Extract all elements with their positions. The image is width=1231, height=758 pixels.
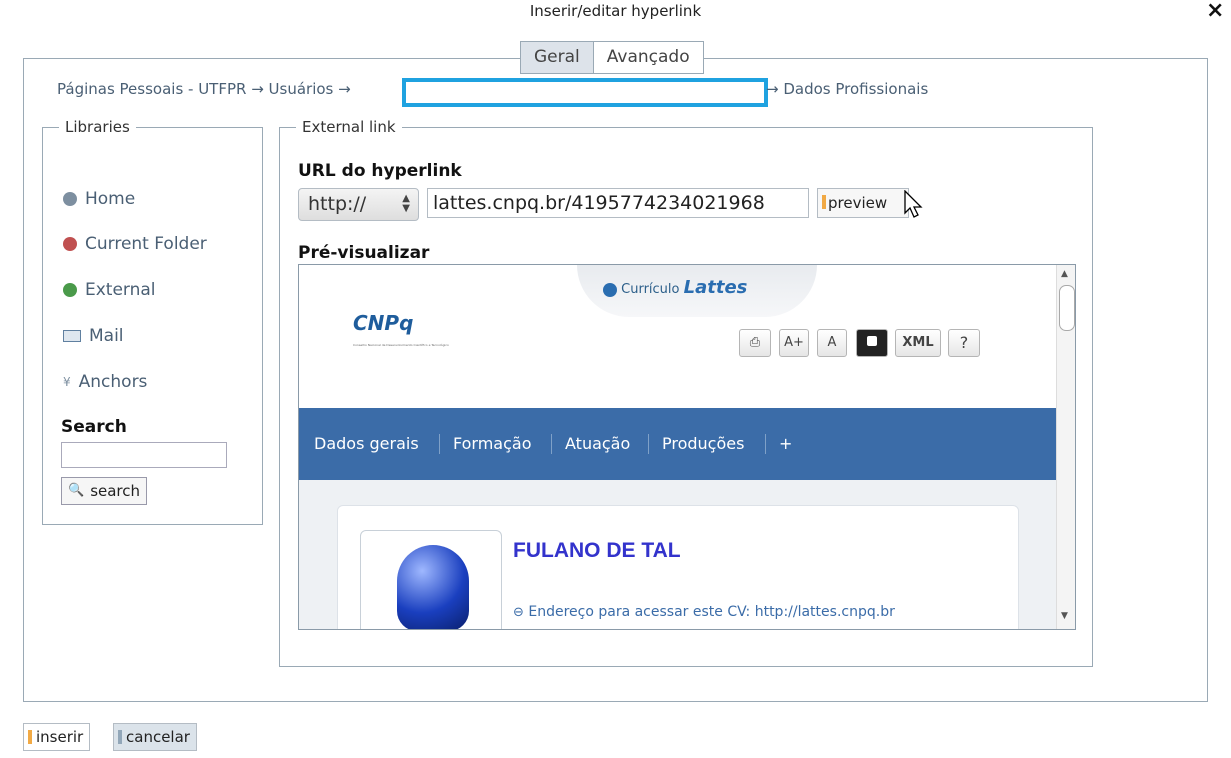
print-icon[interactable]: ⎙	[739, 329, 771, 357]
libraries-legend: Libraries	[65, 118, 130, 136]
lattes-logo-icon	[603, 282, 617, 297]
link-icon: ⊖	[513, 605, 524, 620]
home-icon	[63, 192, 77, 206]
library-home-label: Home	[85, 189, 136, 209]
nav-separator	[765, 434, 766, 454]
search-button[interactable]: 🔍 search	[61, 477, 148, 505]
avatar	[397, 545, 469, 629]
nav-producoes[interactable]: Produções	[662, 434, 744, 453]
library-current-folder[interactable]: Current Folder	[63, 234, 207, 254]
preview-nav: Dados gerais Formação Atuação Produções …	[299, 408, 1056, 480]
breadcrumb-tail[interactable]: → Dados Profissionais	[766, 80, 928, 98]
library-external[interactable]: External	[63, 280, 156, 300]
library-current-folder-label: Current Folder	[85, 234, 207, 254]
cancel-button-label: cancelar	[126, 728, 190, 746]
library-home[interactable]: Home	[63, 189, 135, 209]
url-input[interactable]: lattes.cnpq.br/4195774234021968	[427, 188, 809, 218]
library-anchors-label: Anchors	[78, 372, 148, 392]
insert-button-label: inserir	[36, 728, 84, 746]
nav-more[interactable]: +	[779, 434, 792, 453]
scroll-down-icon[interactable]: ▼	[1061, 611, 1068, 621]
button-marker-icon	[28, 730, 32, 744]
external-link-legend: External link	[302, 118, 396, 136]
tab-geral[interactable]: Geral	[521, 42, 594, 73]
dialog-title: Inserir/editar hyperlink	[529, 2, 702, 20]
magnifier-icon: 🔍	[68, 483, 85, 498]
search-button-label: search	[90, 482, 141, 500]
url-label: URL do hyperlink	[298, 161, 462, 181]
library-external-label: External	[85, 280, 156, 300]
tab-avancado[interactable]: Avançado	[594, 42, 703, 73]
cnpq-subtitle: Conselho Nacional de Desenvolvimento Cie…	[353, 343, 449, 347]
button-marker-icon	[822, 195, 826, 209]
scroll-up-icon[interactable]: ▲	[1061, 269, 1068, 279]
button-marker-icon	[118, 730, 122, 744]
profile-photo	[360, 530, 502, 629]
preview-page: Currículo Lattes CNPq Conselho Nacional …	[299, 265, 1056, 629]
person-name: FULANO DE TAL	[513, 539, 681, 562]
nav-separator	[551, 434, 552, 454]
library-mail[interactable]: Mail	[63, 326, 124, 346]
library-mail-label: Mail	[89, 326, 124, 346]
scheme-select-value: http://	[308, 193, 367, 215]
cnpq-logo: CNPq	[353, 311, 414, 335]
nav-atuacao[interactable]: Atuação	[565, 434, 630, 453]
lattes-title: Currículo Lattes	[603, 277, 747, 298]
external-link-panel: External link URL do hyperlink http:// ▲…	[279, 118, 1093, 667]
preview-frame[interactable]: Currículo Lattes CNPq Conselho Nacional …	[298, 264, 1076, 630]
breadcrumb-head[interactable]: Páginas Pessoais - UTFPR → Usuários →	[57, 80, 351, 98]
contrast-icon[interactable]	[856, 329, 888, 357]
profile-card: FULANO DE TAL ⊖ Endereço para acessar es…	[337, 505, 1019, 629]
nav-dados-gerais[interactable]: Dados gerais	[314, 434, 419, 453]
scheme-select[interactable]: http:// ▲ ▼	[298, 188, 419, 221]
tab-bar: Geral Avançado	[520, 41, 704, 74]
cancel-button[interactable]: cancelar	[113, 723, 197, 751]
libraries-panel: Libraries Home Current Folder External M…	[42, 118, 263, 525]
lattes-title-main: Lattes	[683, 277, 748, 298]
help-button[interactable]: ?	[948, 329, 980, 357]
mouse-cursor-icon	[904, 189, 926, 224]
mail-icon	[63, 330, 81, 342]
breadcrumb-highlight-box	[402, 78, 768, 107]
search-input[interactable]	[61, 442, 227, 468]
font-increase-button[interactable]: A+	[779, 329, 809, 357]
scroll-thumb[interactable]	[1059, 285, 1075, 331]
search-label: Search	[61, 417, 127, 437]
anchor-icon: ¥	[63, 375, 71, 389]
preview-scrollbar[interactable]: ▲ ▼	[1056, 265, 1075, 629]
lattes-title-prefix: Currículo	[621, 282, 680, 297]
select-arrows-icon: ▲ ▼	[402, 193, 410, 214]
xml-button[interactable]: XML	[895, 329, 941, 357]
preview-button-label: preview	[828, 194, 888, 212]
preview-header: Currículo Lattes CNPq Conselho Nacional …	[299, 265, 1056, 408]
nav-separator	[648, 434, 649, 454]
cv-url-text: Endereço para acessar este CV: http://la…	[528, 604, 895, 620]
folder-icon	[63, 237, 77, 251]
library-anchors[interactable]: ¥ Anchors	[63, 372, 147, 392]
nav-formacao[interactable]: Formação	[453, 434, 532, 453]
close-icon[interactable]: ×	[1206, 0, 1224, 23]
nav-separator	[439, 434, 440, 454]
insert-button[interactable]: inserir	[23, 723, 91, 751]
globe-icon	[63, 283, 77, 297]
preview-button[interactable]: preview	[817, 188, 909, 218]
preview-label: Pré-visualizar	[298, 243, 430, 263]
font-default-button[interactable]: A	[817, 329, 847, 357]
cv-url[interactable]: ⊖ Endereço para acessar este CV: http://…	[513, 604, 895, 620]
